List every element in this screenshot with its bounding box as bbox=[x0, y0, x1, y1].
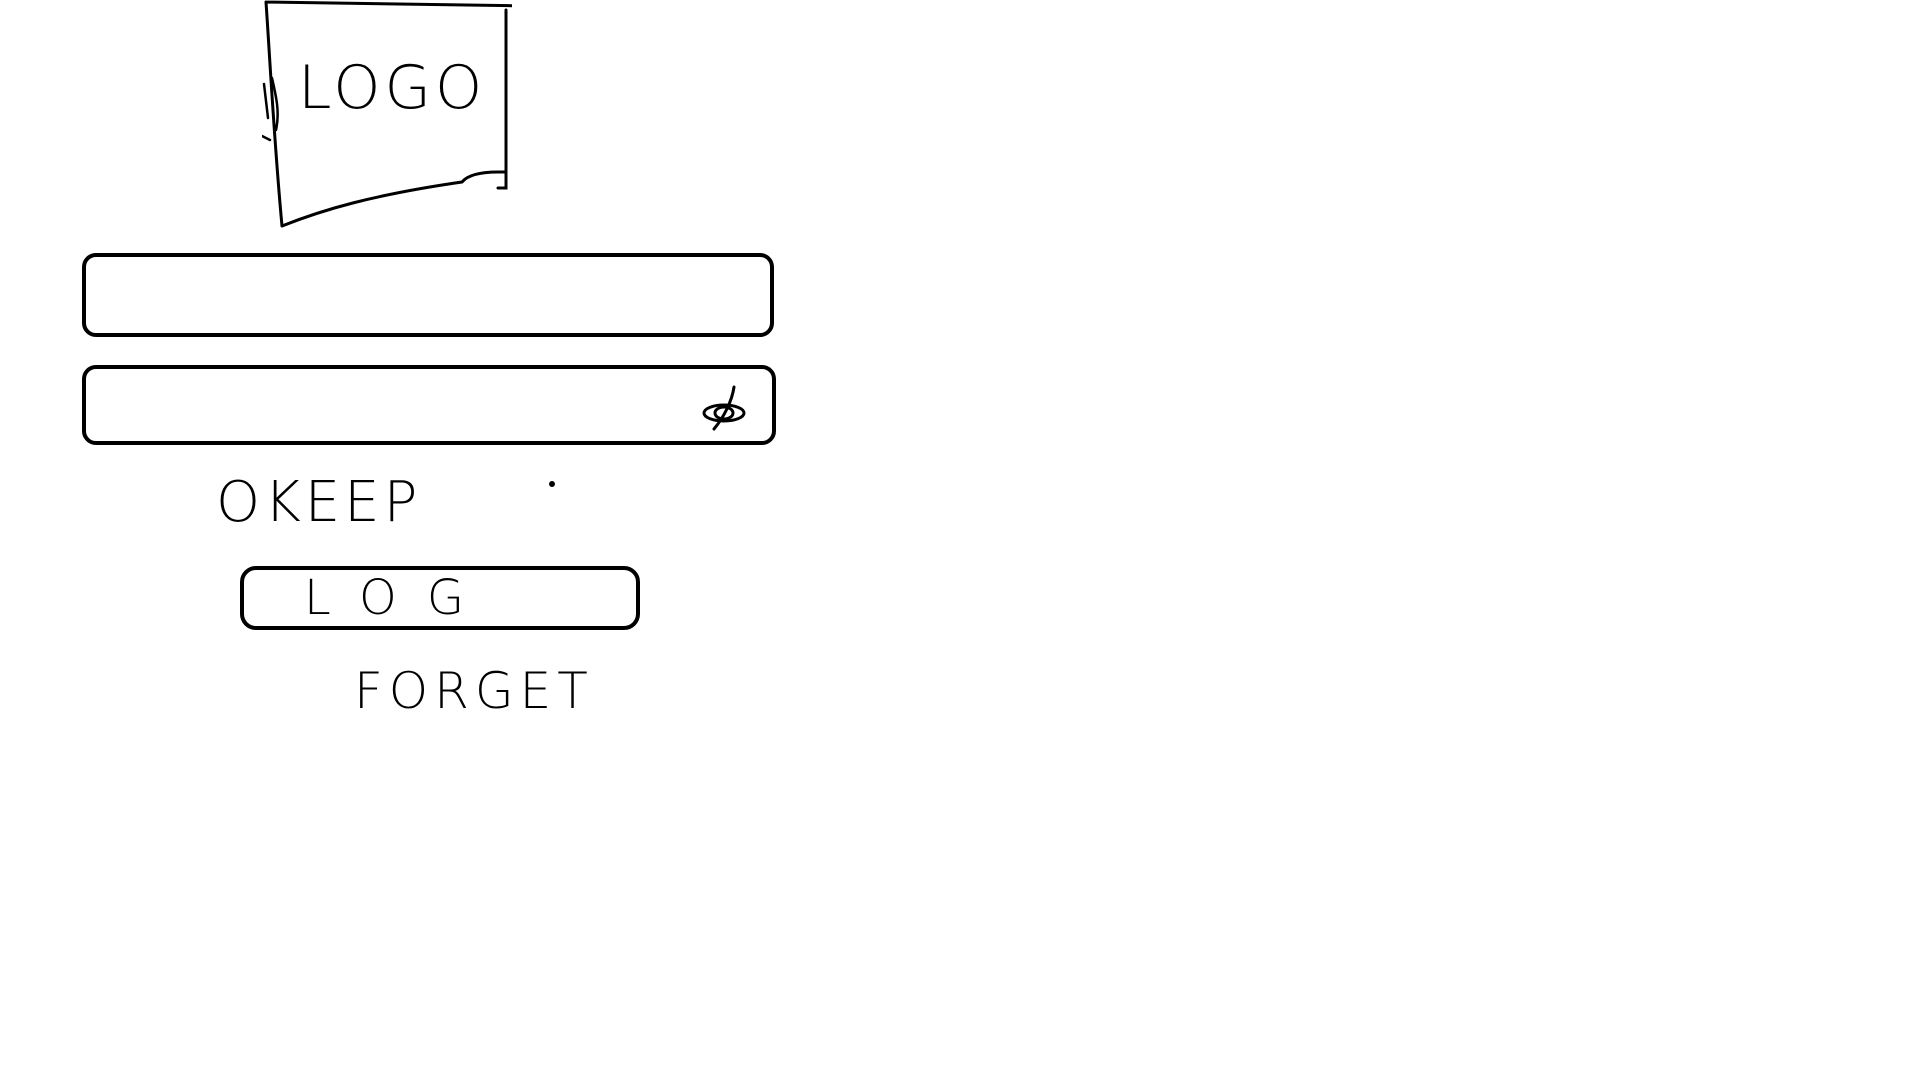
login-button[interactable]: LOG bbox=[240, 566, 640, 630]
keep-label: OKEEP bbox=[216, 469, 422, 535]
login-button-label: LOG bbox=[304, 570, 495, 626]
eye-slash-icon[interactable] bbox=[700, 383, 750, 431]
username-input[interactable] bbox=[102, 257, 686, 335]
username-field[interactable] bbox=[82, 253, 774, 337]
logo-text: LOGO bbox=[298, 53, 486, 123]
password-input[interactable] bbox=[102, 369, 686, 443]
password-field[interactable] bbox=[82, 365, 776, 445]
keep-checkbox-dot[interactable] bbox=[549, 481, 555, 487]
keep-signed-in-option[interactable]: OKEEP bbox=[216, 466, 421, 538]
logo: LOGO bbox=[262, 0, 512, 228]
forget-password-link[interactable]: FORGET bbox=[354, 662, 594, 720]
login-page: LOGO OKEEP LOG FORGET bbox=[0, 0, 1920, 1080]
logo-sketch: LOGO bbox=[262, 0, 512, 228]
